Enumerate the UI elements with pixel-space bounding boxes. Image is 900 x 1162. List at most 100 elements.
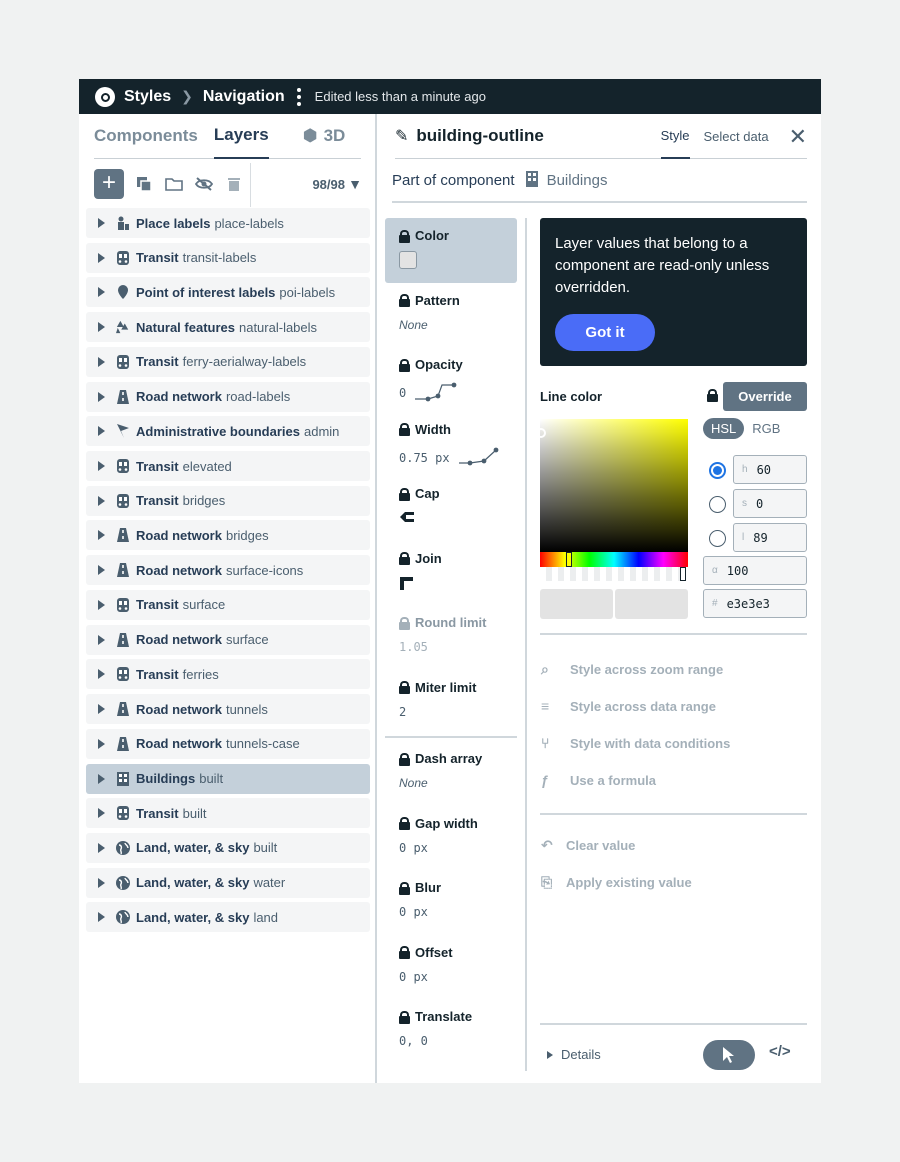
picker-handle[interactable]	[536, 428, 546, 438]
property-item[interactable]: Dash array None	[385, 741, 517, 806]
caret-right-icon[interactable]	[98, 565, 105, 576]
caret-right-icon[interactable]	[98, 808, 105, 819]
layer-row[interactable]: Transit ferries	[86, 659, 370, 690]
radio-s[interactable]	[709, 496, 726, 513]
caret-right-icon[interactable]	[98, 842, 105, 853]
caret-right-icon[interactable]	[98, 877, 105, 888]
s-field[interactable]: s0	[733, 489, 807, 518]
style-zoom-range-button[interactable]: ⌕ Style across zoom range	[541, 661, 723, 678]
alpha-field[interactable]: α 100	[703, 556, 807, 585]
property-item[interactable]: Color	[385, 218, 517, 283]
mode-hsl[interactable]: HSL	[703, 418, 745, 439]
tab-select-data[interactable]: Select data	[704, 114, 769, 159]
saturation-picker[interactable]	[536, 419, 688, 552]
layer-row[interactable]: Natural features natural-labels	[86, 312, 370, 343]
layer-row[interactable]: Administrative boundaries admin	[86, 416, 370, 447]
layer-row[interactable]: Transit ferry-aerialway-labels	[86, 346, 370, 377]
tab-components[interactable]: Components	[94, 114, 198, 159]
caret-right-icon[interactable]	[98, 530, 105, 541]
caret-right-icon[interactable]	[98, 252, 105, 263]
l-field[interactable]: l 89	[733, 523, 807, 552]
style-data-conditions-button[interactable]: ⑂ Style with data conditions	[541, 735, 730, 751]
caret-right-icon[interactable]	[98, 461, 105, 472]
caret-right-icon[interactable]	[98, 634, 105, 645]
property-item[interactable]: Cap	[385, 476, 517, 541]
caret-right-icon[interactable]	[98, 322, 105, 333]
use-formula-button[interactable]: ƒ Use a formula	[541, 772, 656, 788]
property-item[interactable]: Gap width 0 px	[385, 806, 517, 871]
pencil-icon[interactable]: ✎	[395, 126, 408, 146]
close-icon[interactable]: ✕	[789, 124, 807, 150]
mapbox-logo-icon[interactable]	[95, 86, 115, 107]
property-item[interactable]: Offset 0 px	[385, 935, 517, 1000]
radio-h[interactable]	[709, 462, 726, 479]
caret-right-icon[interactable]	[98, 426, 105, 437]
layer-row[interactable]: Transit surface	[86, 589, 370, 620]
apply-existing-value-button[interactable]: ⎘ Apply existing value	[541, 874, 692, 891]
caret-right-icon[interactable]	[98, 287, 105, 298]
filter-icon[interactable]: ▼	[348, 176, 362, 192]
property-item[interactable]: Miter limit 2	[385, 670, 517, 735]
clear-value-button[interactable]: ↶ Clear value	[541, 837, 635, 854]
caret-right-icon[interactable]	[98, 704, 105, 715]
layer-row[interactable]: Transit elevated	[86, 451, 370, 482]
tab-3d[interactable]: ⬢ 3D	[303, 114, 346, 159]
caret-right-icon[interactable]	[98, 218, 105, 228]
layer-row[interactable]: Transit built	[86, 798, 370, 829]
h-field[interactable]: h 60	[733, 455, 807, 484]
caret-right-icon[interactable]	[98, 356, 105, 367]
layer-row[interactable]: Road network surface	[86, 624, 370, 655]
layer-row[interactable]: Road network road-labels	[86, 381, 370, 412]
tab-layers[interactable]: Layers	[213, 114, 269, 159]
layer-row[interactable]: Road network surface-icons	[86, 555, 370, 586]
layer-row[interactable]: Road network tunnels-case	[86, 728, 370, 759]
got-it-button[interactable]: Got it	[555, 314, 655, 351]
layer-name[interactable]: building-outline	[416, 126, 543, 146]
layer-row[interactable]: Transit bridges	[86, 485, 370, 516]
hide-icon[interactable]	[193, 173, 215, 195]
property-item[interactable]: Translate 0, 0	[385, 999, 517, 1064]
hex-field[interactable]: # e3e3e3	[703, 589, 807, 618]
caret-right-icon[interactable]	[98, 391, 105, 402]
property-item[interactable]: Opacity 0	[385, 347, 517, 412]
layer-row[interactable]: Buildings built	[86, 763, 370, 794]
duplicate-icon[interactable]	[133, 173, 155, 195]
layer-row[interactable]: Land, water, & sky land	[86, 902, 370, 933]
property-item[interactable]: Pattern None	[385, 283, 517, 348]
tab-style[interactable]: Style	[660, 114, 690, 159]
details-toggle[interactable]: Details	[547, 1047, 601, 1062]
layer-row[interactable]: Place labels place-labels	[86, 208, 370, 238]
add-layer-button[interactable]: +	[94, 169, 124, 199]
style-data-range-button[interactable]: ≡ Style across data range	[541, 698, 716, 714]
layer-row[interactable]: Land, water, & sky built	[86, 832, 370, 863]
property-item[interactable]: Round limit 1.05	[385, 605, 517, 670]
property-item[interactable]: Join	[385, 541, 517, 606]
folder-icon[interactable]	[163, 173, 185, 195]
caret-right-icon[interactable]	[98, 773, 105, 784]
mode-rgb[interactable]: RGB	[744, 418, 788, 439]
override-button[interactable]: Override	[723, 382, 807, 411]
alpha-handle[interactable]	[680, 567, 686, 581]
more-menu-icon[interactable]	[296, 87, 301, 106]
component-link[interactable]: Buildings	[547, 172, 608, 189]
breadcrumb-styles[interactable]: Styles	[124, 88, 171, 106]
hue-handle[interactable]	[566, 552, 572, 567]
caret-right-icon[interactable]	[98, 495, 105, 506]
caret-right-icon[interactable]	[98, 738, 105, 749]
layer-row[interactable]: Land, water, & sky water	[86, 867, 370, 898]
property-item[interactable]: Blur 0 px	[385, 870, 517, 935]
caret-right-icon[interactable]	[98, 599, 105, 610]
property-item[interactable]: Width 0.75 px	[385, 412, 517, 477]
color-swatch[interactable]	[399, 251, 417, 269]
layer-row[interactable]: Road network tunnels	[86, 694, 370, 725]
layer-row[interactable]: Point of interest labels poi-labels	[86, 277, 370, 308]
code-icon[interactable]: </>	[769, 1043, 791, 1060]
trash-icon[interactable]	[223, 173, 245, 195]
inspect-cursor-button[interactable]	[703, 1040, 755, 1070]
alpha-slider[interactable]	[540, 567, 688, 581]
layer-row[interactable]: Transit transit-labels	[86, 242, 370, 273]
caret-right-icon[interactable]	[98, 669, 105, 680]
radio-l[interactable]	[709, 530, 726, 547]
layer-row[interactable]: Road network bridges	[86, 520, 370, 551]
hue-slider[interactable]	[540, 552, 688, 567]
